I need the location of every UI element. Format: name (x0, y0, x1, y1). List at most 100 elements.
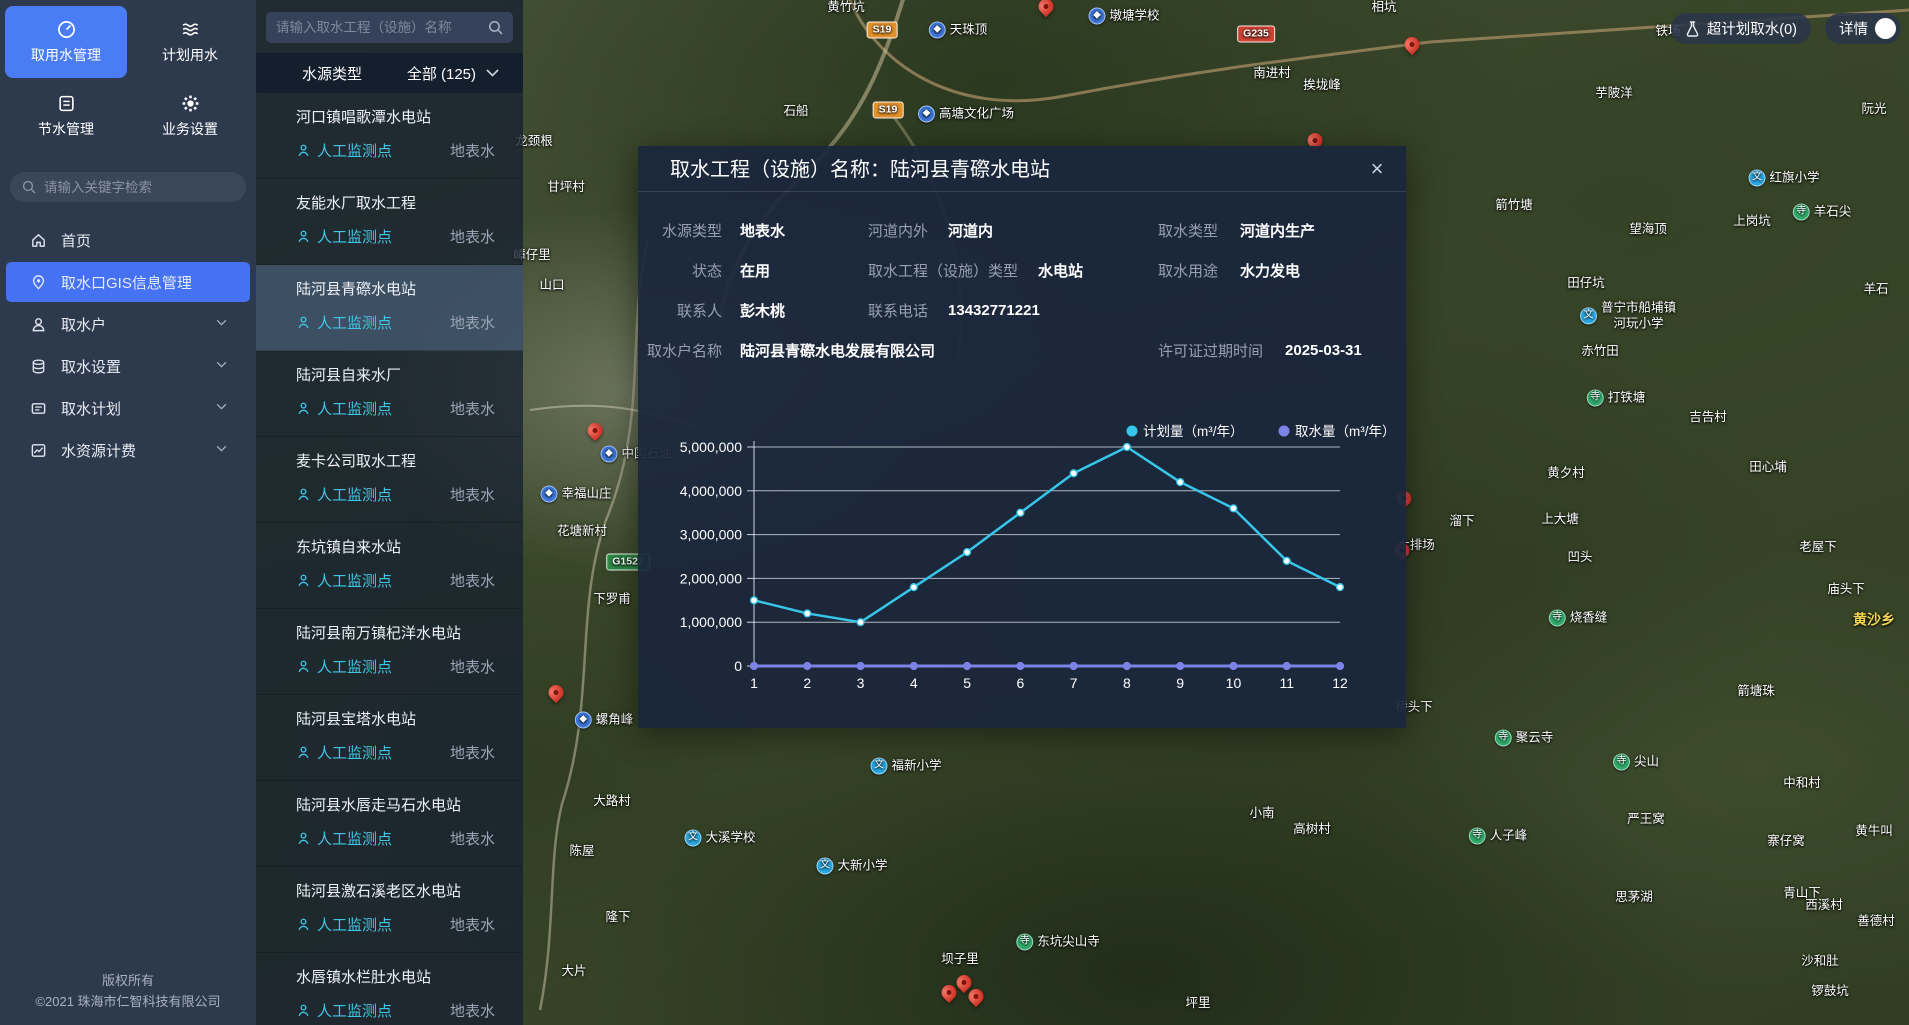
field-label: 河道内外 (868, 220, 928, 241)
facility-name: 麦卡公司取水工程 (296, 450, 495, 471)
sidebar-item-取水户[interactable]: 取水户 (6, 304, 250, 344)
monitor-type: 人工监测点 (296, 828, 392, 849)
monitor-type: 人工监测点 (296, 398, 392, 419)
facility-name: 水唇镇水栏肚水电站 (296, 966, 495, 987)
svg-text:5,000,000: 5,000,000 (680, 439, 742, 455)
facility-name: 陆河县水唇走马石水电站 (296, 794, 495, 815)
list-item[interactable]: 河口镇唱歌潭水电站 人工监测点 地表水 (256, 93, 523, 179)
field-label: 联系电话 (868, 300, 928, 321)
water-source-type: 地表水 (450, 828, 495, 849)
facility-name: 友能水厂取水工程 (296, 192, 495, 213)
filter-value: 全部 (125) (407, 63, 476, 84)
map-controls: 超计划取水(0) 详情 (1671, 13, 1901, 44)
chevron-down-icon (215, 400, 228, 413)
list-item[interactable]: 陆河县宝塔水电站 人工监测点 地表水 (256, 695, 523, 781)
person-icon (296, 143, 311, 158)
monitor-type: 人工监测点 (296, 914, 392, 935)
over-plan-button[interactable]: 超计划取水(0) (1671, 13, 1811, 44)
sidebar-item-label: 首页 (61, 230, 91, 251)
svg-text:4,000,000: 4,000,000 (680, 483, 742, 499)
user-icon (30, 316, 47, 333)
field-label: 联系人 (638, 300, 722, 321)
water-source-type: 地表水 (450, 398, 495, 419)
flask-icon (1685, 21, 1700, 37)
list-item[interactable]: 陆河县南万镇杞洋水电站 人工监测点 地表水 (256, 609, 523, 695)
svg-text:10: 10 (1226, 675, 1242, 691)
module-label: 业务设置 (162, 119, 218, 139)
gauge-icon (57, 20, 76, 39)
facility-name: 河口镇唱歌潭水电站 (296, 106, 495, 127)
field-value: 水力发电 (1240, 260, 1300, 281)
facility-name: 陆河县自来水厂 (296, 364, 495, 385)
facility-search-input[interactable] (276, 20, 488, 35)
sidebar-item-水资源计费[interactable]: 水资源计费 (6, 430, 250, 470)
monitor-type: 人工监测点 (296, 1000, 392, 1021)
facility-name: 陆河县青磜水电站 (296, 278, 495, 299)
person-icon (296, 487, 311, 502)
gear-icon (181, 94, 200, 113)
field-value: 地表水 (740, 220, 785, 241)
facility-name: 陆河县激石溪老区水电站 (296, 880, 495, 901)
svg-text:12: 12 (1332, 675, 1348, 691)
field-label: 水源类型 (638, 220, 722, 241)
field-value: 河道内 (948, 220, 993, 241)
copyright-line2: ©2021 珠海市仁智科技有限公司 (0, 992, 256, 1013)
module-label: 节水管理 (38, 119, 94, 139)
module-label: 计划用水 (162, 45, 218, 65)
field-label: 取水用途 (1158, 260, 1218, 281)
sidebar-item-取水计划[interactable]: 取水计划 (6, 388, 250, 428)
person-icon (296, 659, 311, 674)
person-icon (296, 745, 311, 760)
facility-detail-modal: 取水工程（设施）名称：陆河县青磜水电站 × 水源类型地表水河道内外河道内取水类型… (638, 146, 1406, 728)
copyright-line1: 版权所有 (0, 971, 256, 992)
sidebar-search-input[interactable] (44, 180, 214, 195)
monitor-type: 人工监测点 (296, 742, 392, 763)
person-icon (296, 831, 311, 846)
facility-list-panel: 水源类型 全部 (125) 河口镇唱歌潭水电站 人工监测点 地表水 友能水厂取水… (256, 0, 523, 1025)
field-value: 在用 (740, 260, 770, 281)
filter-label: 水源类型 (302, 63, 362, 84)
module-计划用水[interactable]: 计划用水 (129, 6, 251, 78)
detail-toggle[interactable]: 详情 (1825, 13, 1901, 44)
detail-field: 许可证过期时间2025-03-31 (1158, 330, 1362, 370)
list-item[interactable]: 陆河县自来水厂 人工监测点 地表水 (256, 351, 523, 437)
svg-text:3: 3 (857, 675, 865, 691)
water-source-type: 地表水 (450, 484, 495, 505)
sidebar-search[interactable] (10, 172, 246, 202)
facility-name: 东坑镇自来水站 (296, 536, 495, 557)
list-item[interactable]: 东坑镇自来水站 人工监测点 地表水 (256, 523, 523, 609)
sidebar-item-取水口GIS信息管理[interactable]: 取水口GIS信息管理 (6, 262, 250, 302)
sidebar-item-首页[interactable]: 首页 (6, 220, 250, 260)
svg-text:0: 0 (734, 658, 742, 674)
svg-text:1: 1 (750, 675, 758, 691)
list-item[interactable]: 友能水厂取水工程 人工监测点 地表水 (256, 179, 523, 265)
sidebar-item-label: 取水户 (61, 314, 106, 335)
search-icon (488, 20, 503, 35)
source-type-filter[interactable]: 水源类型 全部 (125) (256, 53, 523, 93)
water-source-type: 地表水 (450, 1000, 495, 1021)
sidebar: 取用水管理 计划用水节水管理 业务设置 首页取水口GIS信息管理取水户取水设置取水计… (0, 0, 256, 1025)
monitor-type: 人工监测点 (296, 484, 392, 505)
module-节水管理[interactable]: 节水管理 (5, 80, 127, 152)
chevron-down-icon (215, 442, 228, 455)
module-label: 取用水管理 (31, 45, 101, 65)
svg-text:2,000,000: 2,000,000 (680, 570, 742, 586)
usage-chart: 01,000,0002,000,0003,000,0004,000,0005,0… (638, 411, 1406, 721)
list-item[interactable]: 陆河县激石溪老区水电站 人工监测点 地表水 (256, 867, 523, 953)
toggle-knob[interactable] (1875, 18, 1896, 39)
list-item[interactable]: 陆河县青磜水电站 人工监测点 地表水 (256, 265, 523, 351)
detail-field: 取水用途 水力发电 (1158, 250, 1300, 290)
facility-search[interactable] (266, 12, 513, 43)
list-item[interactable]: 麦卡公司取水工程 人工监测点 地表水 (256, 437, 523, 523)
sidebar-item-取水设置[interactable]: 取水设置 (6, 346, 250, 386)
module-取用水管理[interactable]: 取用水管理 (5, 6, 127, 78)
close-icon[interactable]: × (1364, 156, 1390, 182)
module-业务设置[interactable]: 业务设置 (129, 80, 251, 152)
home-icon (30, 232, 47, 249)
person-icon (296, 573, 311, 588)
svg-text:4: 4 (910, 675, 918, 691)
svg-text:6: 6 (1016, 675, 1024, 691)
water-source-type: 地表水 (450, 140, 495, 161)
list-item[interactable]: 水唇镇水栏肚水电站 人工监测点 地表水 (256, 953, 523, 1025)
list-item[interactable]: 陆河县水唇走马石水电站 人工监测点 地表水 (256, 781, 523, 867)
